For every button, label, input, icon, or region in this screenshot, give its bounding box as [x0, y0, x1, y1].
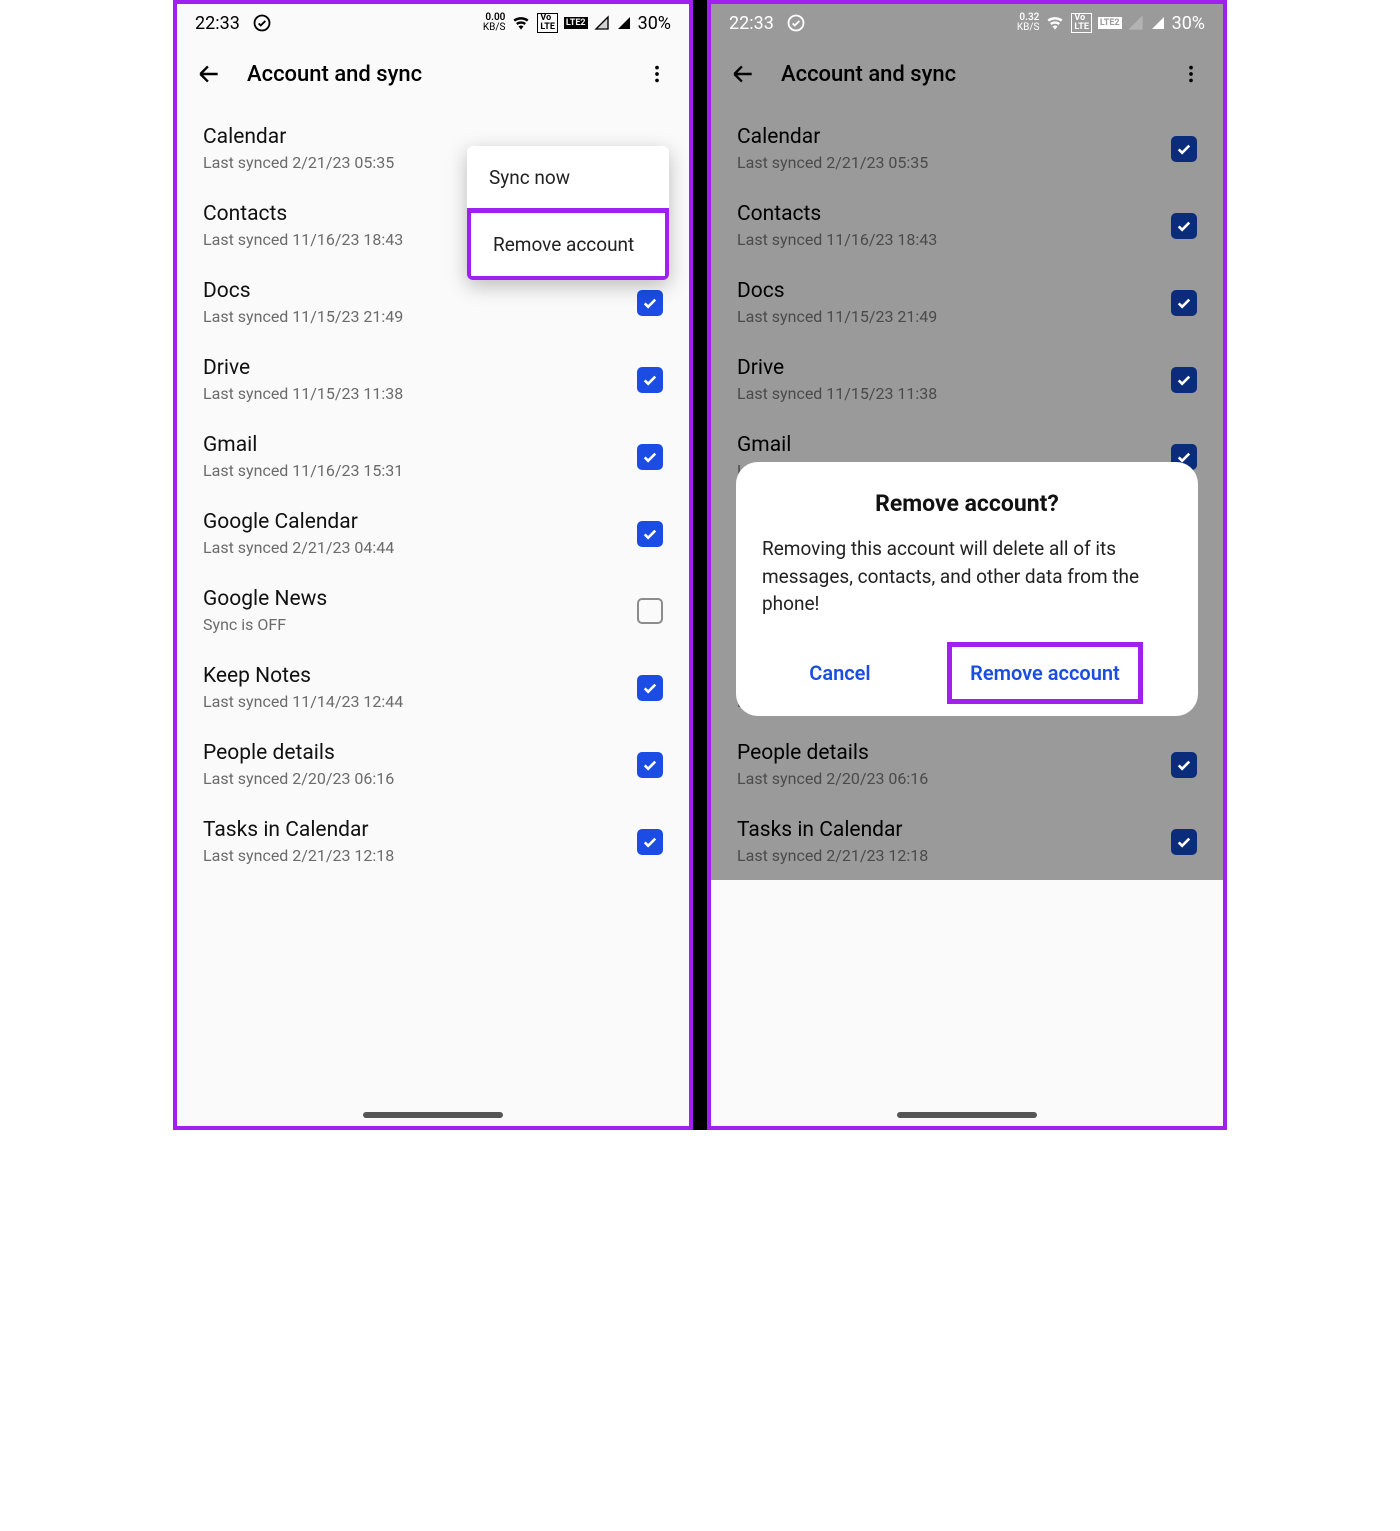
phone-right: 22:33 0.32KB/S VoLTE LTE2 30% Account an… [707, 0, 1227, 1130]
sync-checkbox[interactable] [637, 829, 663, 855]
status-net: 0.00KB/S [483, 13, 506, 33]
phone-left: 22:33 0.00KB/S VoLTE LTE2 30% Account an… [173, 0, 693, 1130]
lte-icon: LTE2 [564, 17, 588, 29]
volte-icon: VoLTE [537, 13, 558, 33]
sync-checkbox[interactable] [637, 367, 663, 393]
sync-item-subtitle: Last synced 2/20/23 06:16 [737, 769, 1171, 788]
sync-checkbox[interactable] [637, 521, 663, 547]
sync-item[interactable]: Tasks in Calendar Last synced 2/21/23 12:… [711, 803, 1223, 880]
sync-item-title: Drive [203, 356, 637, 380]
back-button[interactable] [727, 61, 759, 87]
sync-item-title: Tasks in Calendar [203, 818, 637, 842]
nav-handle[interactable] [897, 1112, 1037, 1118]
sync-checkbox[interactable] [1171, 290, 1197, 316]
sync-item-title: Google Calendar [203, 510, 637, 534]
status-time: 22:33 [195, 13, 240, 34]
signal-icon [1128, 15, 1144, 31]
sync-checkbox[interactable] [637, 752, 663, 778]
sync-item[interactable]: Docs Last synced 11/15/23 21:49 [711, 264, 1223, 341]
overflow-menu-button[interactable] [1175, 63, 1207, 85]
signal-icon [1150, 15, 1166, 31]
overflow-menu-button[interactable] [641, 63, 673, 85]
sync-item-subtitle: Last synced 2/21/23 05:35 [737, 153, 1171, 172]
sync-item-title: Tasks in Calendar [737, 818, 1171, 842]
sync-item-subtitle: Last synced 11/15/23 11:38 [737, 384, 1171, 403]
app-bar: Account and sync [177, 42, 689, 106]
status-battery: 30% [638, 13, 671, 34]
sync-item-title: People details [203, 741, 637, 765]
sync-item-title: Gmail [203, 433, 637, 457]
status-bar: 22:33 0.00KB/S VoLTE LTE2 30% [177, 4, 689, 42]
sync-item[interactable]: Google Calendar Last synced 2/21/23 04:44 [177, 495, 689, 572]
wifi-icon [511, 13, 531, 33]
sync-item-subtitle: Last synced 2/20/23 06:16 [203, 769, 637, 788]
sync-checkbox[interactable] [1171, 752, 1197, 778]
sync-item-title: Keep Notes [203, 664, 637, 688]
sync-item-subtitle: Last synced 11/16/23 15:31 [203, 461, 637, 480]
status-net: 0.32KB/S [1017, 13, 1040, 33]
sync-item[interactable]: Drive Last synced 11/15/23 11:38 [711, 341, 1223, 418]
sync-item-subtitle: Last synced 11/15/23 21:49 [203, 307, 637, 326]
menu-remove-account[interactable]: Remove account [467, 208, 669, 280]
sync-checkbox[interactable] [637, 675, 663, 701]
dialog-cancel-button[interactable]: Cancel [791, 647, 888, 699]
sync-item-title: Calendar [737, 125, 1171, 149]
sync-item-title: Google News [203, 587, 637, 611]
sync-item-subtitle: Last synced 2/21/23 04:44 [203, 538, 637, 557]
sync-item-subtitle: Last synced 11/15/23 11:38 [203, 384, 637, 403]
app-bar: Account and sync [711, 42, 1223, 106]
sync-item-subtitle: Last synced 11/15/23 21:49 [737, 307, 1171, 326]
dialog-confirm-button[interactable]: Remove account [947, 642, 1143, 704]
sync-item[interactable]: Google News Sync is OFF [177, 572, 689, 649]
sync-item-title: Gmail [737, 433, 1171, 457]
nav-handle[interactable] [363, 1112, 503, 1118]
checkmark-circle-icon [786, 13, 806, 33]
sync-item[interactable]: Calendar Last synced 2/21/23 05:35 [711, 110, 1223, 187]
sync-item[interactable]: Drive Last synced 11/15/23 11:38 [177, 341, 689, 418]
sync-item-subtitle: Last synced 2/21/23 12:18 [737, 846, 1171, 865]
sync-checkbox[interactable] [1171, 213, 1197, 239]
sync-item[interactable]: Keep Notes Last synced 11/14/23 12:44 [177, 649, 689, 726]
sync-item-subtitle: Last synced 11/16/23 18:43 [737, 230, 1171, 249]
signal-icon [594, 15, 610, 31]
sync-checkbox[interactable] [1171, 829, 1197, 855]
sync-item-subtitle: Sync is OFF [203, 615, 637, 634]
dialog-title: Remove account? [762, 490, 1172, 517]
sync-item[interactable]: Contacts Last synced 11/16/23 18:43 [711, 187, 1223, 264]
menu-sync-now[interactable]: Sync now [467, 146, 669, 209]
page-title: Account and sync [247, 62, 619, 87]
volte-icon: VoLTE [1071, 13, 1092, 33]
signal-icon [616, 15, 632, 31]
status-battery: 30% [1172, 13, 1205, 34]
sync-item-title: Docs [203, 279, 637, 303]
sync-item-title: Contacts [737, 202, 1171, 226]
sync-item-subtitle: Last synced 2/21/23 12:18 [203, 846, 637, 865]
wifi-icon [1045, 13, 1065, 33]
sync-item[interactable]: Tasks in Calendar Last synced 2/21/23 12:… [177, 803, 689, 880]
sync-checkbox[interactable] [637, 598, 663, 624]
sync-checkbox[interactable] [1171, 367, 1197, 393]
sync-item-title: Docs [737, 279, 1171, 303]
remove-account-dialog: Remove account? Removing this account wi… [736, 462, 1198, 716]
sync-item[interactable]: People details Last synced 2/20/23 06:16 [711, 726, 1223, 803]
lte-icon: LTE2 [1098, 17, 1122, 29]
sync-checkbox[interactable] [637, 444, 663, 470]
sync-item-subtitle: Last synced 11/14/23 12:44 [203, 692, 637, 711]
sync-item[interactable]: People details Last synced 2/20/23 06:16 [177, 726, 689, 803]
back-button[interactable] [193, 61, 225, 87]
sync-item-title: People details [737, 741, 1171, 765]
sync-checkbox[interactable] [637, 290, 663, 316]
sync-item[interactable]: Gmail Last synced 11/16/23 15:31 [177, 418, 689, 495]
overflow-popup: Sync now Remove account [467, 146, 669, 280]
sync-checkbox[interactable] [1171, 136, 1197, 162]
sync-item-title: Drive [737, 356, 1171, 380]
checkmark-circle-icon [252, 13, 272, 33]
status-time: 22:33 [729, 13, 774, 34]
status-bar: 22:33 0.32KB/S VoLTE LTE2 30% [711, 4, 1223, 42]
dialog-body: Removing this account will delete all of… [762, 535, 1172, 618]
page-title: Account and sync [781, 62, 1153, 87]
